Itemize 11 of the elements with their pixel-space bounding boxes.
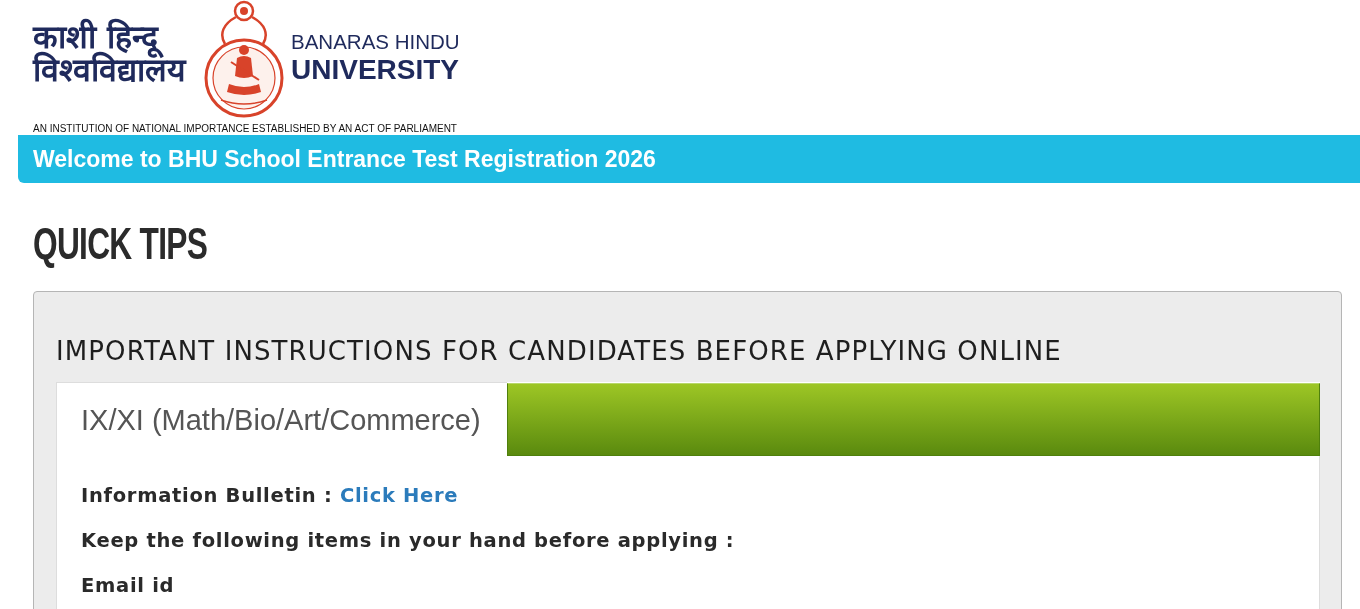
logo-english-text: BANARAS HINDU [291, 29, 460, 54]
welcome-banner: Welcome to BHU School Entrance Test Registration 2026 [18, 135, 1360, 183]
instruction-text: Keep the following items in your hand before applying : [81, 528, 736, 554]
logo-english-text: UNIVERSITY [291, 54, 460, 86]
panel-heading: IMPORTANT INSTRUCTIONS FOR CANDIDATES BEFORE APPLYING ONLINE [56, 336, 1063, 366]
page-title: QUICK TIPS [33, 221, 208, 267]
tab[interactable]: IX/XI (Math/Bio/Art/Commerce) [56, 382, 507, 456]
instruction-text: Email id [81, 573, 176, 599]
logo-tagline: AN INSTITUTION OF NATIONAL IMPORTANCE ESTABLISHED BY AN ACT OF PARLIAMENT [33, 123, 458, 134]
bulletin-line: Information Bulletin : Click Here [81, 483, 460, 509]
bulletin-link[interactable]: Click Here [339, 484, 459, 507]
